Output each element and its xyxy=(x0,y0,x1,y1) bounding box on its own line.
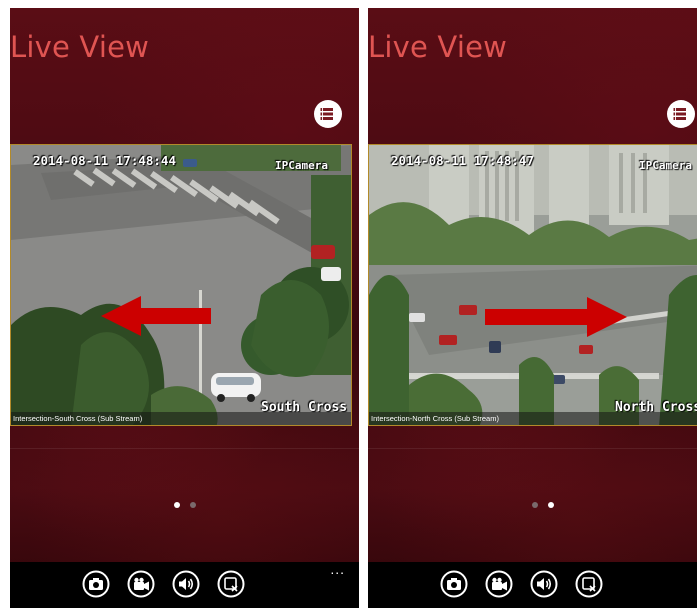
camera-feed-image xyxy=(11,145,351,425)
live-view-screen-south: Live View 2014-08-11 17:48:44 IPCamera S… xyxy=(10,8,359,608)
close-view-icon xyxy=(217,570,245,598)
more-options-button[interactable]: ... xyxy=(330,562,345,576)
snapshot-button[interactable] xyxy=(440,570,468,598)
camera-icon xyxy=(440,570,468,598)
app-bar: ... xyxy=(368,562,697,608)
close-view-button[interactable] xyxy=(217,570,245,598)
audio-button[interactable] xyxy=(530,570,558,598)
divider xyxy=(10,448,359,449)
audio-icon xyxy=(530,570,558,598)
audio-icon xyxy=(172,570,200,598)
record-video-icon xyxy=(485,570,513,598)
page-title: Live View xyxy=(368,30,508,64)
page-dot-1[interactable] xyxy=(531,502,538,508)
page-indicator xyxy=(368,502,697,508)
page-title: Live View xyxy=(10,30,150,64)
audio-button[interactable] xyxy=(172,570,200,598)
record-video-icon xyxy=(127,570,155,598)
timestamp-overlay: 2014-08-11 17:48:44 xyxy=(33,153,176,168)
camera-list-button[interactable] xyxy=(314,100,342,128)
camera-name-overlay: IPCamera xyxy=(639,159,692,172)
camera-feed-view[interactable]: 2014-08-11 17:48:44 IPCamera South Cross… xyxy=(10,144,352,426)
app-bar: ... xyxy=(10,562,359,608)
camera-icon xyxy=(82,570,110,598)
record-button[interactable] xyxy=(127,570,155,598)
page-dot-2[interactable] xyxy=(189,502,196,508)
close-view-icon xyxy=(575,570,603,598)
camera-name-overlay: IPCamera xyxy=(275,159,328,172)
divider xyxy=(368,448,697,449)
page-indicator xyxy=(10,502,359,508)
stream-caption: Intersection-North Cross (Sub Stream) xyxy=(369,412,697,425)
live-view-screen-north: Live View 2014-08-11 17:48:47 IPCamera N… xyxy=(368,8,697,608)
camera-feed-image xyxy=(369,145,697,425)
timestamp-overlay: 2014-08-11 17:48:47 xyxy=(391,153,534,168)
record-button[interactable] xyxy=(485,570,513,598)
page-dot-2[interactable] xyxy=(547,502,554,508)
camera-feed-view[interactable]: 2014-08-11 17:48:47 IPCamera North Cross… xyxy=(368,144,697,426)
stream-caption: Intersection-South Cross (Sub Stream) xyxy=(11,412,351,425)
list-menu-icon xyxy=(320,108,333,120)
page-dot-1[interactable] xyxy=(173,502,180,508)
list-menu-icon xyxy=(673,108,686,120)
snapshot-button[interactable] xyxy=(82,570,110,598)
camera-list-button[interactable] xyxy=(667,100,695,128)
close-view-button[interactable] xyxy=(575,570,603,598)
